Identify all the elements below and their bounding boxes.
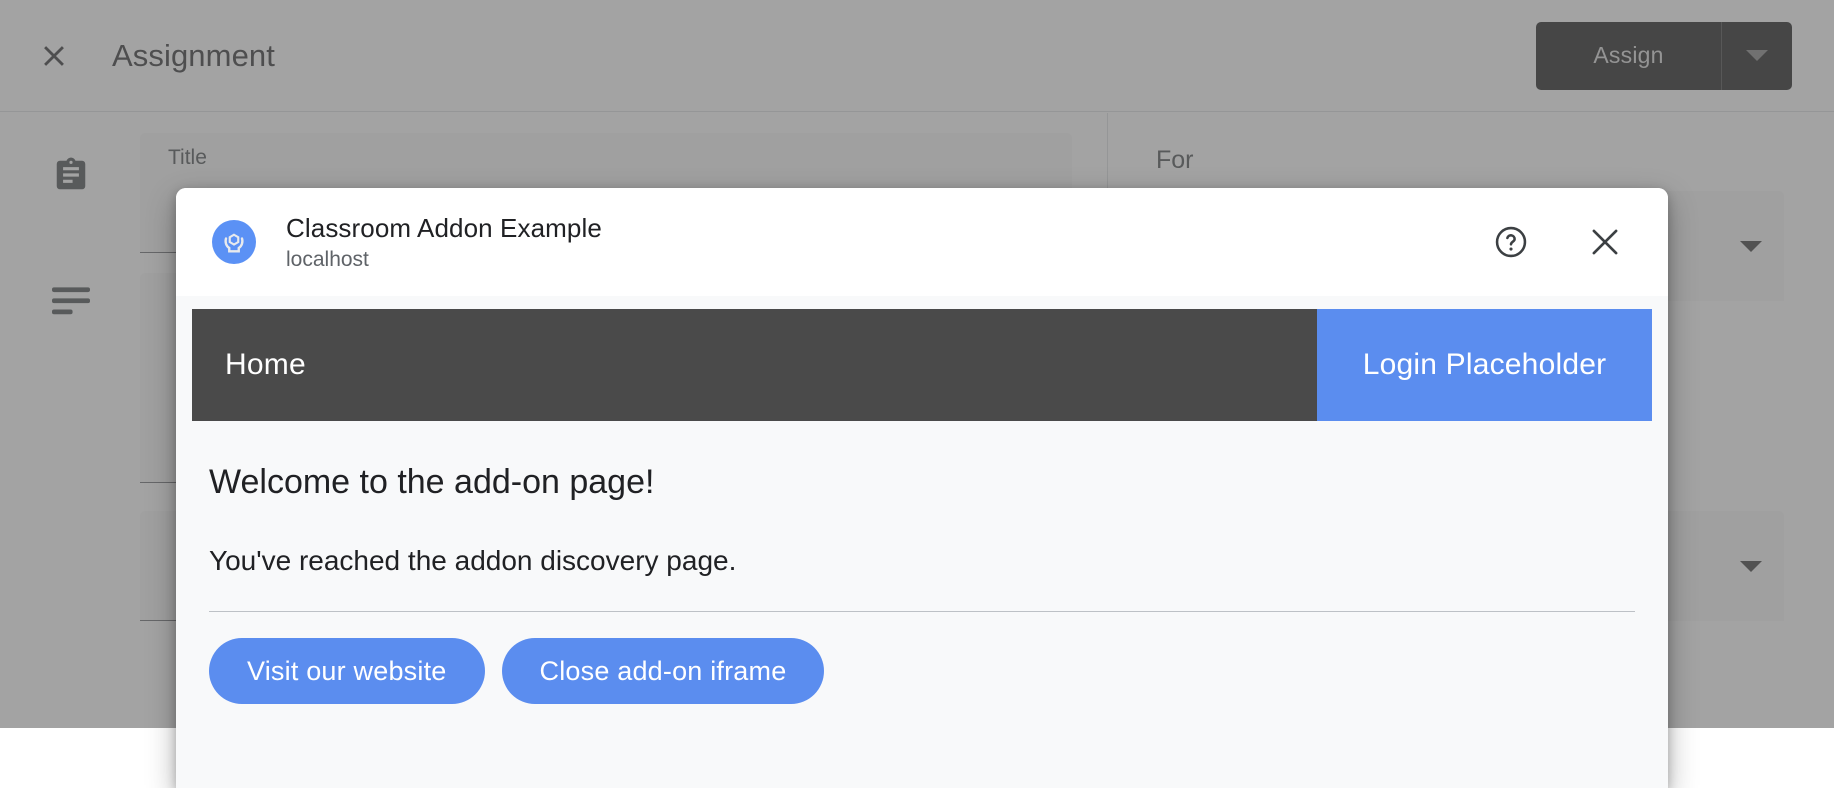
addon-dialog-title: Classroom Addon Example (286, 213, 602, 244)
nav-home-link[interactable]: Home (225, 348, 306, 382)
classroom-addon-icon (212, 220, 256, 264)
close-icon (1587, 224, 1623, 260)
addon-dialog-origin: localhost (286, 248, 602, 272)
addon-close-button[interactable] (1578, 215, 1632, 269)
addon-iframe: Home Login Placeholder Welcome to the ad… (176, 296, 1668, 788)
addon-divider (209, 611, 1635, 612)
app-root: Assignment Assign (0, 0, 1834, 728)
nav-login-placeholder[interactable]: Login Placeholder (1317, 309, 1652, 421)
addon-body: Welcome to the add-on page! You've reach… (176, 463, 1668, 704)
addon-dialog-titles: Classroom Addon Example localhost (286, 213, 602, 272)
addon-actions: Visit our website Close add-on iframe (209, 638, 1652, 704)
addon-dialog: Classroom Addon Example localhost (176, 188, 1668, 788)
addon-heading: Welcome to the add-on page! (192, 463, 1652, 502)
addon-paragraph: You've reached the addon discovery page. (192, 545, 1652, 577)
addon-navbar: Home Login Placeholder (192, 309, 1652, 421)
addon-dialog-header: Classroom Addon Example localhost (176, 188, 1668, 296)
help-circle-icon (1493, 224, 1529, 260)
addon-help-button[interactable] (1484, 215, 1538, 269)
addon-navbar-left: Home (192, 309, 1317, 421)
visit-website-button[interactable]: Visit our website (209, 638, 485, 704)
close-addon-iframe-button[interactable]: Close add-on iframe (502, 638, 825, 704)
addon-glyph-icon (219, 227, 249, 257)
